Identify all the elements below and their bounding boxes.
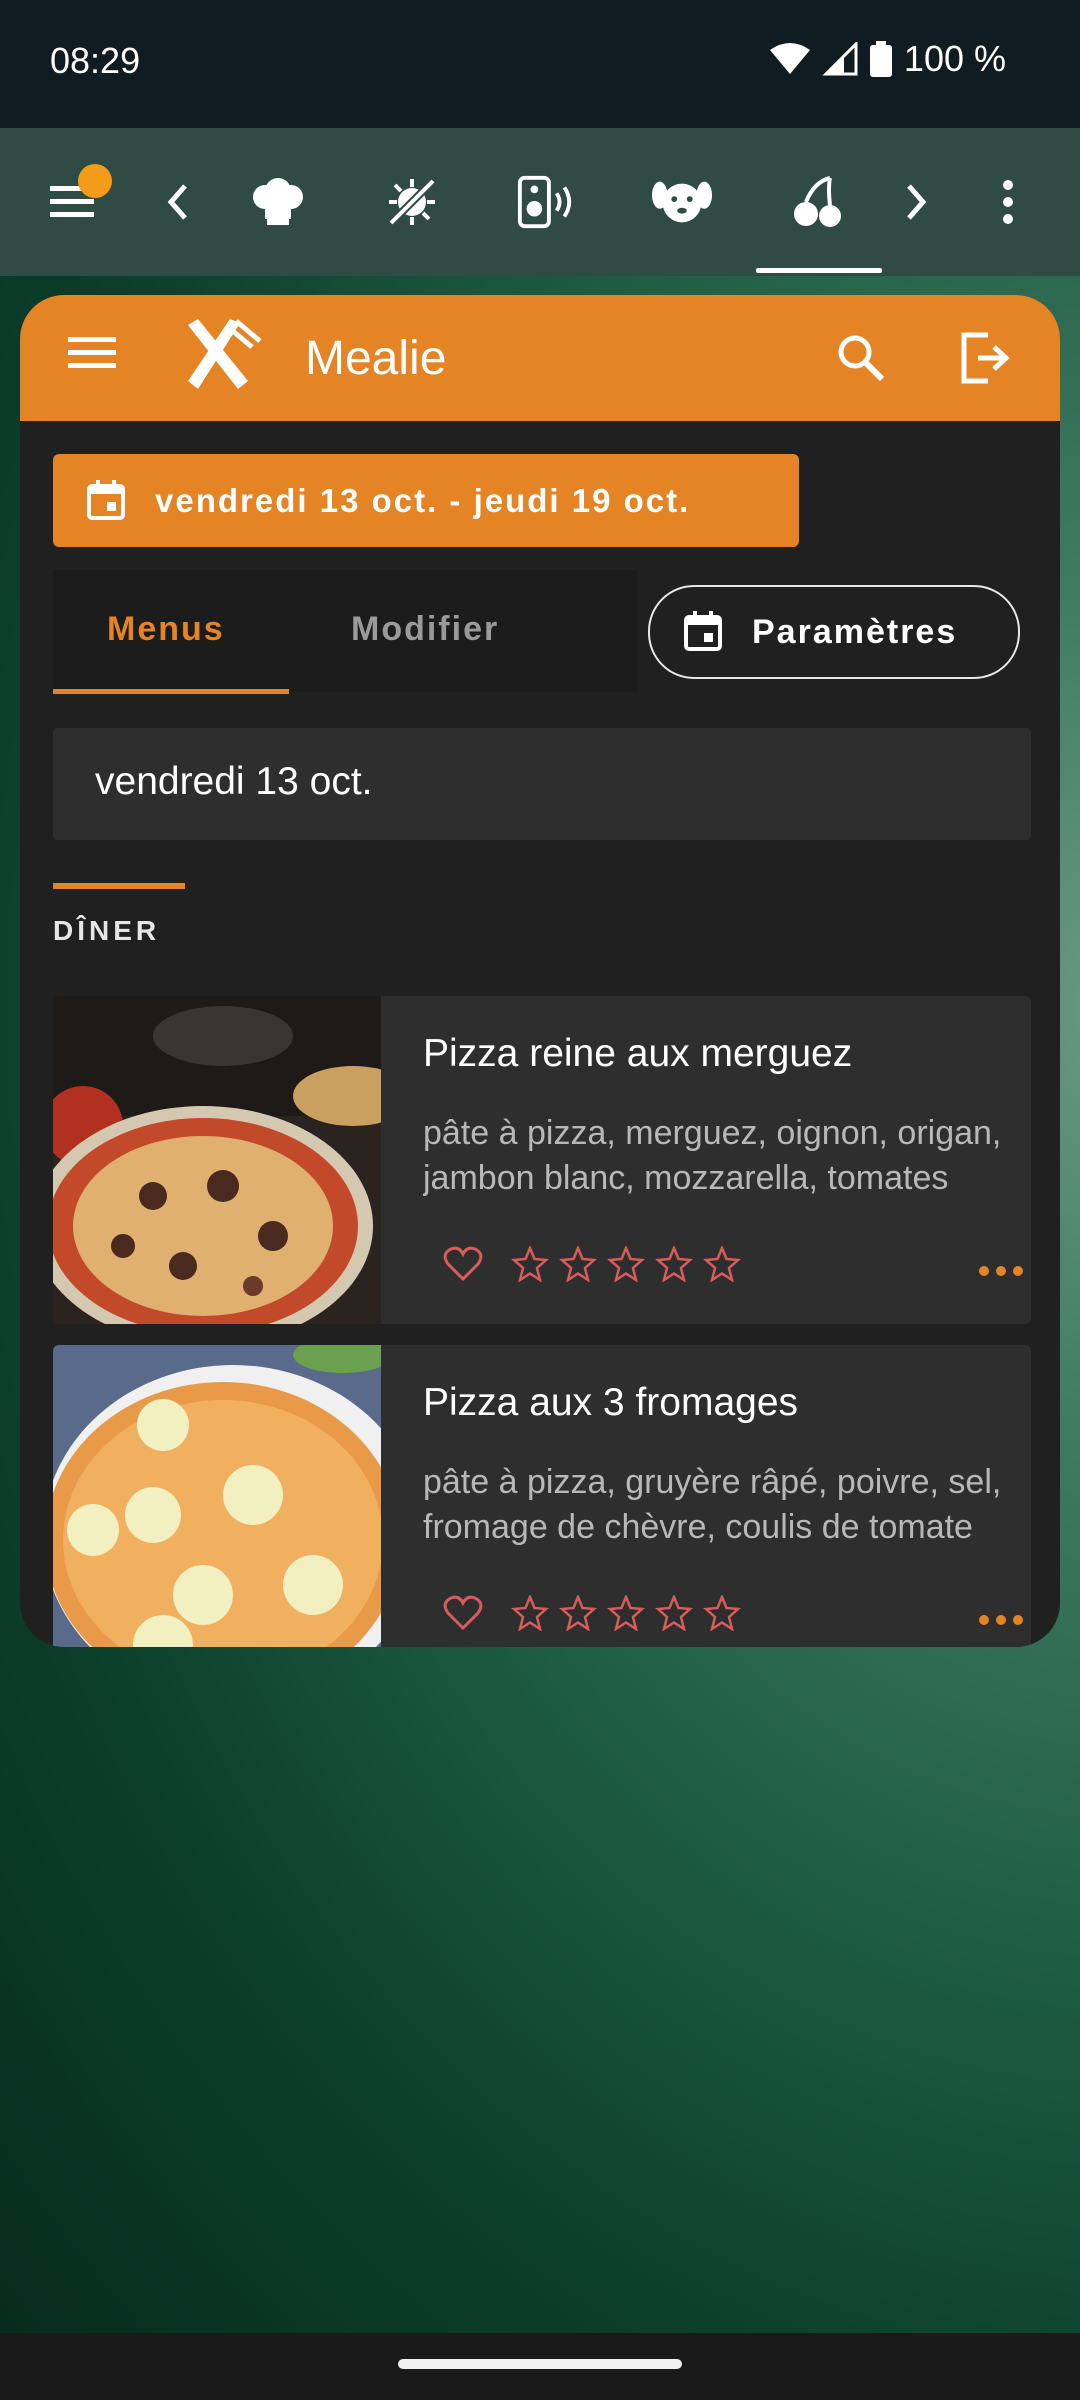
chef-hat-icon[interactable] (248, 172, 308, 232)
recipe-card[interactable]: Pizza aux 3 fromages pâte à pizza, gruyè… (53, 1345, 1031, 1647)
date-range-label: vendredi 13 oct. - jeudi 19 oct. (155, 482, 691, 519)
heart-icon[interactable] (443, 1595, 483, 1631)
notification-badge (78, 164, 112, 198)
day-header: vendredi 13 oct. (53, 728, 1031, 840)
date-range-button[interactable]: vendredi 13 oct. - jeudi 19 oct. (53, 454, 799, 547)
more-horizontal-icon[interactable] (978, 1264, 1024, 1278)
recipe-image (53, 1345, 381, 1647)
wifi-icon (769, 43, 810, 74)
recipe-rating[interactable] (443, 1246, 741, 1282)
star-icon[interactable] (607, 1246, 645, 1282)
chevron-left-icon[interactable] (148, 172, 208, 232)
recipe-description: pâte à pizza, gruyère râpé, poivre, sel,… (423, 1463, 1002, 1546)
day-label: vendredi 13 oct. (95, 760, 373, 803)
settings-label: Paramètres (752, 613, 958, 651)
heart-icon[interactable] (443, 1246, 483, 1282)
active-tab-indicator (756, 268, 882, 273)
tab-modifier[interactable]: Modifier (351, 610, 499, 649)
section-divider (53, 883, 185, 889)
recipe-card[interactable]: Pizza reine aux merguez pâte à pizza, me… (53, 996, 1031, 1324)
battery-icon (869, 41, 892, 77)
cherries-icon[interactable] (788, 172, 848, 232)
no-virus-icon[interactable] (382, 172, 442, 232)
star-icon[interactable] (559, 1246, 597, 1282)
signal-icon (822, 42, 858, 76)
view-tabs: Menus Modifier (53, 570, 637, 692)
star-icon[interactable] (703, 1595, 741, 1631)
star-icon[interactable] (607, 1595, 645, 1631)
logout-icon[interactable] (958, 331, 1014, 390)
tab-menus[interactable]: Menus (107, 610, 225, 649)
battery-percent: 100 % (903, 38, 1006, 79)
star-icon[interactable] (703, 1246, 741, 1282)
dashboard-tab-bar (0, 128, 1080, 276)
status-bar: 08:29 100 % (0, 0, 1080, 128)
home-gesture-handle[interactable] (398, 2359, 682, 2369)
hamburger-icon[interactable] (68, 335, 116, 376)
status-icons: 100 % (769, 38, 1006, 80)
more-vertical-icon[interactable] (978, 172, 1038, 232)
recipe-image (53, 996, 381, 1324)
calendar-icon (684, 611, 722, 651)
recipe-title[interactable]: Pizza aux 3 fromages (423, 1381, 798, 1425)
speaker-icon[interactable] (516, 172, 576, 232)
star-icon[interactable] (511, 1595, 549, 1631)
star-icon[interactable] (511, 1246, 549, 1282)
star-icon[interactable] (559, 1595, 597, 1631)
fork-knife-icon (178, 319, 268, 404)
more-horizontal-icon[interactable] (978, 1613, 1024, 1627)
app-bar: Mealie (20, 295, 1060, 421)
recipe-description: pâte à pizza, merguez, oignon, origan, j… (423, 1114, 1002, 1197)
chevron-right-icon[interactable] (886, 172, 946, 232)
meal-section-title: DÎNER (53, 915, 161, 946)
recipe-title[interactable]: Pizza reine aux merguez (423, 1032, 852, 1076)
status-time: 08:29 (50, 40, 141, 81)
dog-icon[interactable] (652, 172, 712, 232)
settings-button[interactable]: Paramètres (648, 585, 1020, 679)
mealie-card: Mealie vendredi 13 oct. - jeudi 19 oct. … (20, 295, 1060, 1647)
tab-active-indicator (53, 689, 289, 694)
star-icon[interactable] (655, 1595, 693, 1631)
calendar-icon (87, 480, 125, 520)
recipe-rating[interactable] (443, 1595, 741, 1631)
star-icon[interactable] (655, 1246, 693, 1282)
search-icon[interactable] (836, 333, 886, 388)
app-title: Mealie (305, 332, 447, 385)
